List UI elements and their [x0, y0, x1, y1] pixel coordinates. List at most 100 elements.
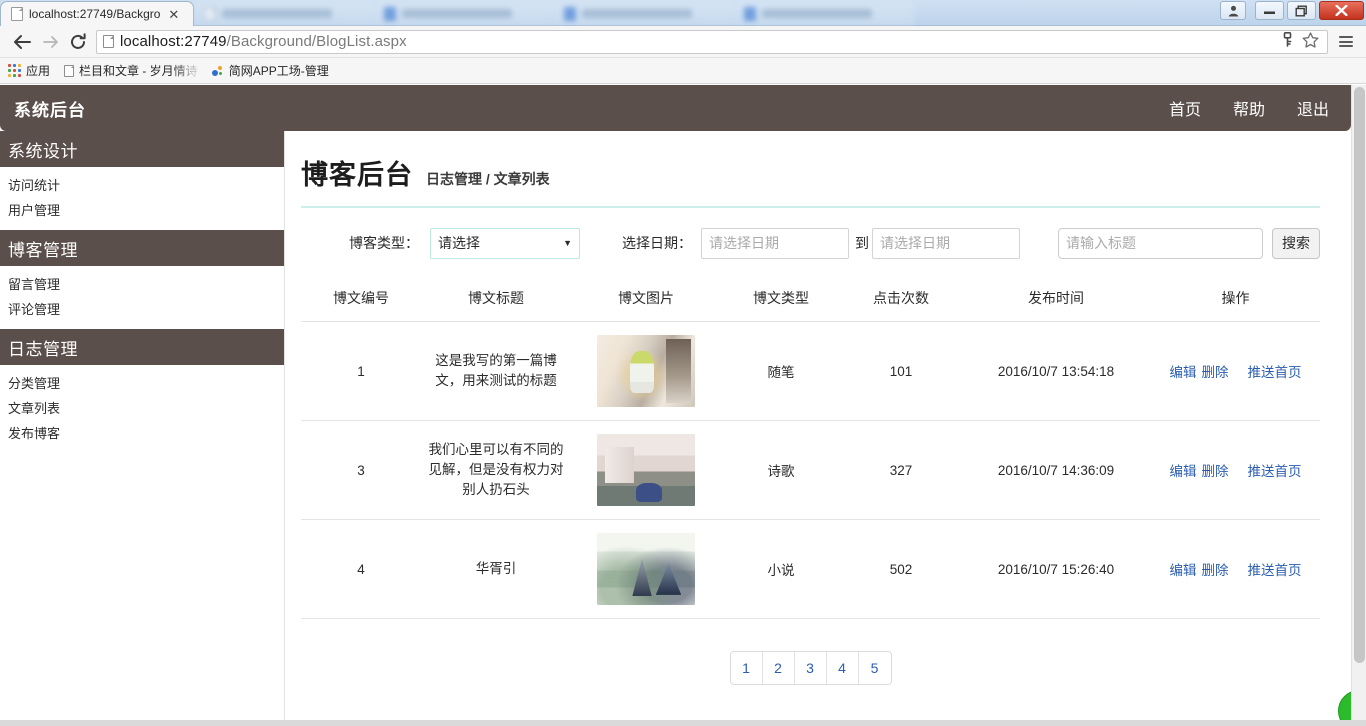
key-icon[interactable]	[1281, 32, 1294, 51]
delete-link[interactable]: 删除	[1202, 559, 1229, 579]
bookmark-columns-articles[interactable]: 栏目和文章 - 岁月情诗	[64, 62, 198, 79]
page-title: 博客后台	[301, 160, 413, 190]
browser-tab-active[interactable]: localhost:27749/Backgro ✕	[0, 1, 194, 26]
page-link-5[interactable]: 5	[859, 652, 891, 684]
main-content: 博客后台 日志管理 / 文章列表 博客类型： 请选择 ▼ 选择日期： 请选择日期…	[285, 131, 1351, 726]
push-home-link[interactable]: 推送首页	[1248, 361, 1302, 381]
address-host: localhost:27749	[120, 33, 227, 50]
cell-clicks: 327	[841, 420, 961, 520]
browser-menu-icon[interactable]	[1334, 29, 1358, 55]
pagination-box: 1 2 3 4 5	[729, 651, 892, 685]
nav-help[interactable]: 帮助	[1233, 96, 1265, 120]
browser-tab-title-blurred	[222, 9, 332, 18]
cell-title: 我们心里可以有不同的见解，但是没有权力对别人扔石头	[421, 420, 571, 520]
blog-type-select[interactable]: 请选择 ▼	[430, 227, 580, 259]
page-icon	[103, 35, 114, 48]
page-link-4[interactable]: 4	[827, 652, 859, 684]
col-id: 博文编号	[301, 278, 421, 322]
bookmark-apps[interactable]: 应用	[8, 62, 50, 79]
col-image: 博文图片	[571, 278, 721, 322]
browser-tab-4[interactable]	[554, 1, 734, 26]
browser-tab-title-blurred	[762, 9, 872, 18]
address-path: /Background/BlogList.aspx	[226, 33, 407, 50]
cell-type: 诗歌	[721, 420, 841, 520]
address-bar[interactable]: localhost:27749/Background/BlogList.aspx	[96, 29, 1328, 54]
edit-link[interactable]: 编辑	[1170, 559, 1197, 579]
nav-logout[interactable]: 退出	[1297, 96, 1329, 120]
cell-title: 这是我写的第一篇博文，用来测试的标题	[421, 321, 571, 421]
browser-tab-title-blurred	[582, 9, 692, 18]
page-link-1[interactable]: 1	[731, 652, 763, 684]
browser-tab-2[interactable]	[194, 1, 374, 26]
close-window-button[interactable]	[1319, 1, 1364, 20]
blog-table: 博文编号 博文标题 博文图片 博文类型 点击次数 发布时间 操作 1 这是我写的…	[301, 278, 1320, 619]
minimize-button[interactable]	[1255, 1, 1284, 20]
sidebar-item-visit-stats[interactable]: 访问统计	[0, 172, 284, 197]
forward-icon[interactable]	[36, 29, 64, 55]
page-viewport: 系统后台 首页 帮助 退出 系统设计 访问统计 用户管理 博客管理 留言管理 评…	[0, 85, 1366, 726]
table-row: 4 华胥引 小说 502 2016/10/7 15:26:40 编辑 删除 推送…	[301, 519, 1320, 619]
page-scrollbar[interactable]	[1351, 85, 1366, 726]
blog-table-head: 博文编号 博文标题 博文图片 博文类型 点击次数 发布时间 操作	[301, 278, 1320, 322]
back-icon[interactable]	[8, 29, 36, 55]
reload-icon[interactable]	[64, 29, 92, 55]
sidebar-group-log-management[interactable]: 日志管理	[0, 329, 284, 365]
cell-type: 小说	[721, 519, 841, 619]
cell-actions: 编辑 删除 推送首页	[1151, 519, 1320, 619]
page-header: 博客后台 日志管理 / 文章列表	[301, 131, 1320, 206]
search-input[interactable]: 请输入标题	[1058, 227, 1263, 259]
ink-mountain-painting	[597, 533, 695, 605]
browser-tab-3[interactable]	[374, 1, 554, 26]
bookmark-jianwang-app[interactable]: 简网APP工场-管理	[211, 62, 329, 79]
cell-actions: 编辑 删除 推送首页	[1151, 420, 1320, 520]
delete-link[interactable]: 删除	[1202, 460, 1229, 480]
sidebar-group-blog-management[interactable]: 博客管理	[0, 230, 284, 266]
chevron-down-icon: ▼	[563, 238, 572, 248]
hamburger-icon	[1339, 36, 1353, 47]
cell-image	[571, 519, 721, 619]
cell-clicks: 502	[841, 519, 961, 619]
app-nav: 首页 帮助 退出	[1169, 96, 1329, 120]
browser-tabstrip: localhost:27749/Backgro ✕	[0, 0, 914, 26]
blog-table-body: 1 这是我写的第一篇博文，用来测试的标题 随笔 101 2016/10/7 13…	[301, 321, 1320, 619]
dots-icon	[211, 65, 224, 77]
date-from-placeholder: 请选择日期	[709, 235, 779, 251]
browser-tab-5[interactable]	[734, 1, 914, 26]
delete-link[interactable]: 删除	[1202, 361, 1229, 381]
scrollbar-thumb[interactable]	[1354, 87, 1365, 663]
search-button[interactable]: 搜索	[1272, 227, 1320, 259]
row-actions: 编辑 删除 推送首页	[1155, 559, 1316, 579]
sidebar-item-category-management[interactable]: 分类管理	[0, 370, 284, 395]
cell-image	[571, 420, 721, 520]
edit-link[interactable]: 编辑	[1170, 460, 1197, 480]
profile-icon[interactable]	[1220, 1, 1246, 20]
pagination: 1 2 3 4 5	[301, 651, 1320, 685]
sidebar-item-user-management[interactable]: 用户管理	[0, 197, 284, 222]
date-range-separator: 到	[855, 235, 869, 251]
page-link-3[interactable]: 3	[795, 652, 827, 684]
sidebar-item-message-management[interactable]: 留言管理	[0, 271, 284, 296]
sidebar-group-system-design-items: 访问统计 用户管理	[0, 167, 284, 230]
search-input-placeholder: 请输入标题	[1066, 235, 1136, 251]
site-icon	[744, 6, 756, 21]
table-row: 1 这是我写的第一篇博文，用来测试的标题 随笔 101 2016/10/7 13…	[301, 321, 1320, 421]
page-icon	[64, 64, 75, 77]
interior-room-photo	[597, 434, 695, 506]
sidebar-item-article-list[interactable]: 文章列表	[0, 395, 284, 420]
date-to-input[interactable]: 请选择日期	[872, 227, 1020, 259]
date-from-input[interactable]: 请选择日期	[701, 227, 849, 259]
sidebar-item-publish-blog[interactable]: 发布博客	[0, 420, 284, 445]
cell-title: 华胥引	[421, 519, 571, 619]
nav-home[interactable]: 首页	[1169, 96, 1201, 120]
edit-link[interactable]: 编辑	[1170, 361, 1197, 381]
page-link-2[interactable]: 2	[763, 652, 795, 684]
close-icon[interactable]: ✕	[168, 8, 179, 21]
restore-button[interactable]	[1287, 1, 1316, 20]
sidebar-item-comment-management[interactable]: 评论管理	[0, 296, 284, 321]
col-publish-time: 发布时间	[961, 278, 1151, 322]
filter-bar: 博客类型： 请选择 ▼ 选择日期： 请选择日期 到 请选择日期 请输入标题 搜索	[301, 208, 1320, 278]
push-home-link[interactable]: 推送首页	[1248, 460, 1302, 480]
sidebar-group-system-design[interactable]: 系统设计	[0, 131, 284, 167]
push-home-link[interactable]: 推送首页	[1248, 559, 1302, 579]
bookmark-star-icon[interactable]	[1302, 31, 1319, 52]
